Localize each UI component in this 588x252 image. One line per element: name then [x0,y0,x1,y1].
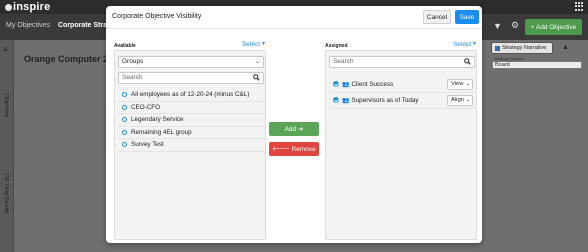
list-item-label: All employees as of 12-20-24 (minus C&L) [131,91,250,98]
remove-button[interactable]: 🡐 Remove [269,142,319,156]
page-title: Orange Computer 202 [24,54,119,64]
list-item-label: Survey Test [131,141,164,148]
assigned-panel: Assigned Select▼ Search 👥 Client Success … [325,29,477,240]
chevron-down-icon: ⌄ [254,59,260,65]
modal-body: Available Select▼ Groups ⌄ Search All em… [106,29,482,243]
app-logo[interactable]: inspire [5,1,50,13]
users-icon: 👥 [342,98,350,104]
assigned-list: 👥 Client Success View ⌄ 👥 Supervisors as of… [329,77,475,109]
list-item-label: Supervisors as of Today [351,97,419,104]
check-circle-icon[interactable] [333,97,339,103]
list-item[interactable]: 👥 Client Success View ⌄ [329,77,475,93]
list-item-label: Client Success [351,81,394,88]
available-search-placeholder: Search [122,74,143,81]
cancel-button[interactable]: Cancel [423,10,451,24]
upload-icon[interactable]: ▲ [562,44,569,51]
role-value: View [451,81,464,87]
document-icon [495,45,500,51]
available-box: Groups ⌄ Search All employees as of 12-2… [114,50,266,240]
list-item[interactable]: All employees as of 12-20-24 (minus C&L) [118,89,264,102]
brand-name: inspire [13,1,51,13]
apps-grid-icon[interactable] [575,2,584,11]
caret-down-icon: ▼ [261,41,266,47]
strategy-narrative-button[interactable]: Strategy Narrative [491,42,553,54]
list-item[interactable]: 👥 Supervisors as of Today Align ⌄ [329,93,475,109]
available-label: Available [114,43,136,49]
list-item-label: Legendary Service [131,116,184,123]
left-rail: ≡ Objectives OR 1 Key Results [0,40,14,252]
list-item[interactable]: CEO-CFO [118,102,264,114]
objectives-rail-label[interactable]: Objectives [3,94,9,117]
check-circle-icon[interactable] [333,81,339,87]
assigned-search-placeholder: Search [333,58,354,65]
strategy-narrative-label: Strategy Narrative [502,45,547,51]
chevron-down-icon: ⌄ [465,81,470,87]
assigned-search-input[interactable]: Search [329,56,475,68]
group-type-value: Groups [122,58,144,65]
radio-icon[interactable] [122,92,127,97]
save-button[interactable]: Save [455,10,479,24]
modal-title: Corporate Objective Visibility [112,13,202,20]
available-search-input[interactable]: Search [118,72,264,84]
add-objective-button[interactable]: + Add Objective [525,19,582,35]
list-item[interactable]: Legendary Service [118,114,264,127]
assigned-label: Assigned [325,43,348,49]
add-button[interactable]: Add ➔ [269,122,319,136]
list-item-label: Remaining 4EL group [131,128,192,136]
assigned-select-dropdown[interactable]: Select▼ [453,41,477,48]
radio-icon[interactable] [122,129,127,135]
available-list: All employees as of 12-20-24 (minus C&L)… [118,89,264,152]
tab-my-objectives[interactable]: My Objectives [6,22,50,29]
radio-icon[interactable] [122,142,127,147]
available-select-label: Select [241,41,261,48]
gear-icon[interactable]: ⚙ [511,20,519,31]
strategy-select[interactable]: Board [492,61,582,69]
radio-icon[interactable] [122,117,127,122]
list-item[interactable]: Remaining 4EL group [118,127,264,139]
list-item-label: CEO-CFO [131,103,161,111]
search-icon [253,74,260,81]
search-icon [464,58,471,65]
radio-icon[interactable] [122,104,127,110]
group-type-select[interactable]: Groups ⌄ [118,56,264,68]
caret-down-icon: ▼ [472,41,477,47]
assigned-select-label: Select [452,41,472,48]
users-icon: 👥 [342,82,350,88]
menu-icon[interactable]: ≡ [3,45,8,54]
role-value: Align [451,97,464,103]
role-select[interactable]: Align ⌄ [447,95,473,106]
chevron-down-icon: ⌄ [465,97,470,103]
key-results-rail-label[interactable]: OR 1 Key Results [3,174,9,214]
visibility-modal: Corporate Objective Visibility Cancel Sa… [106,6,482,243]
tab-corporate-strategy[interactable]: Corporate Stra [58,22,107,29]
modal-header: Corporate Objective Visibility Cancel Sa… [106,6,482,29]
role-select[interactable]: View ⌄ [447,79,473,90]
assigned-box: Search 👥 Client Success View ⌄ 👥 Supervisor… [325,50,477,240]
list-item[interactable]: Survey Test [118,139,264,152]
available-panel: Available Select▼ Groups ⌄ Search All em… [114,29,266,240]
filter-icon[interactable]: ▼ [493,21,502,31]
available-select-dropdown[interactable]: Select▼ [242,41,266,48]
logo-icon [5,4,12,11]
